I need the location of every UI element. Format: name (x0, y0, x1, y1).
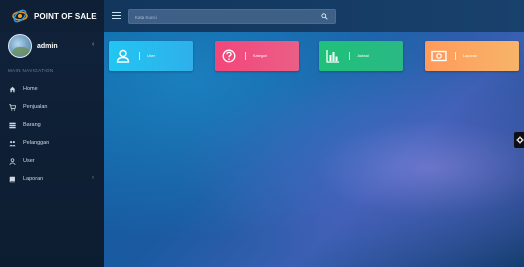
cart-icon (9, 103, 16, 111)
card-jadwal[interactable]: Jadwal (319, 41, 403, 71)
card-laporan[interactable]: Laporan (425, 41, 519, 71)
card-separator (245, 52, 246, 60)
search-input[interactable] (133, 11, 317, 24)
sidebar-item-label: Home (23, 86, 38, 92)
brand-logo-icon (12, 8, 28, 24)
card-label: Jadwal (357, 54, 369, 58)
search-icon[interactable] (319, 11, 329, 22)
user-panel[interactable]: admin ‹ (0, 32, 104, 60)
sidebar-item-user[interactable]: User (0, 152, 104, 170)
settings-gear-icon[interactable] (514, 132, 524, 148)
home-icon (9, 86, 16, 93)
user-icon (115, 48, 131, 64)
card-label: Kategori (253, 54, 268, 58)
sidebar-item-laporan[interactable]: Laporan ‹ (0, 170, 104, 188)
sidebar: POINT OF SALE admin ‹ MAIN NAVIGATION Ho… (0, 0, 104, 267)
list-icon (9, 122, 16, 129)
card-label: Laporan (463, 54, 477, 58)
nav-header: MAIN NAVIGATION (8, 68, 54, 73)
bar-chart-icon (325, 48, 341, 64)
sidebar-item-label: Penjualan (23, 104, 48, 110)
user-name: admin (37, 42, 58, 50)
sidebar-item-barang[interactable]: Barang (0, 116, 104, 134)
sidebar-item-label: Laporan (23, 176, 44, 182)
question-icon (221, 48, 237, 64)
avatar (8, 34, 32, 58)
sidebar-item-penjualan[interactable]: Penjualan (0, 98, 104, 116)
sidebar-item-pelanggan[interactable]: Pelanggan (0, 134, 104, 152)
chevron-left-icon[interactable]: ‹ (92, 41, 94, 48)
card-label: User (147, 54, 156, 58)
book-icon (9, 176, 16, 183)
chevron-left-icon: ‹ (92, 175, 94, 181)
brand[interactable]: POINT OF SALE (0, 0, 104, 32)
user-icon (9, 157, 16, 165)
sidebar-item-home[interactable]: Home (0, 80, 104, 98)
sidebar-item-label: Pelanggan (23, 140, 50, 146)
menu-toggle-icon[interactable] (112, 12, 121, 19)
card-separator (455, 52, 456, 60)
app: POINT OF SALE admin ‹ MAIN NAVIGATION Ho… (0, 0, 524, 267)
brand-title: POINT OF SALE (34, 11, 97, 21)
card-user[interactable]: User (109, 41, 193, 71)
users-icon (9, 140, 16, 147)
card-separator (139, 52, 140, 60)
search-box (128, 9, 336, 24)
money-icon (431, 48, 447, 64)
sidebar-item-label: Barang (23, 122, 41, 128)
main-content: User Kategori Jadwal Laporan (104, 32, 524, 267)
card-kategori[interactable]: Kategori (215, 41, 299, 71)
sidebar-item-label: User (23, 158, 35, 164)
card-separator (349, 52, 350, 60)
topbar (104, 0, 524, 32)
